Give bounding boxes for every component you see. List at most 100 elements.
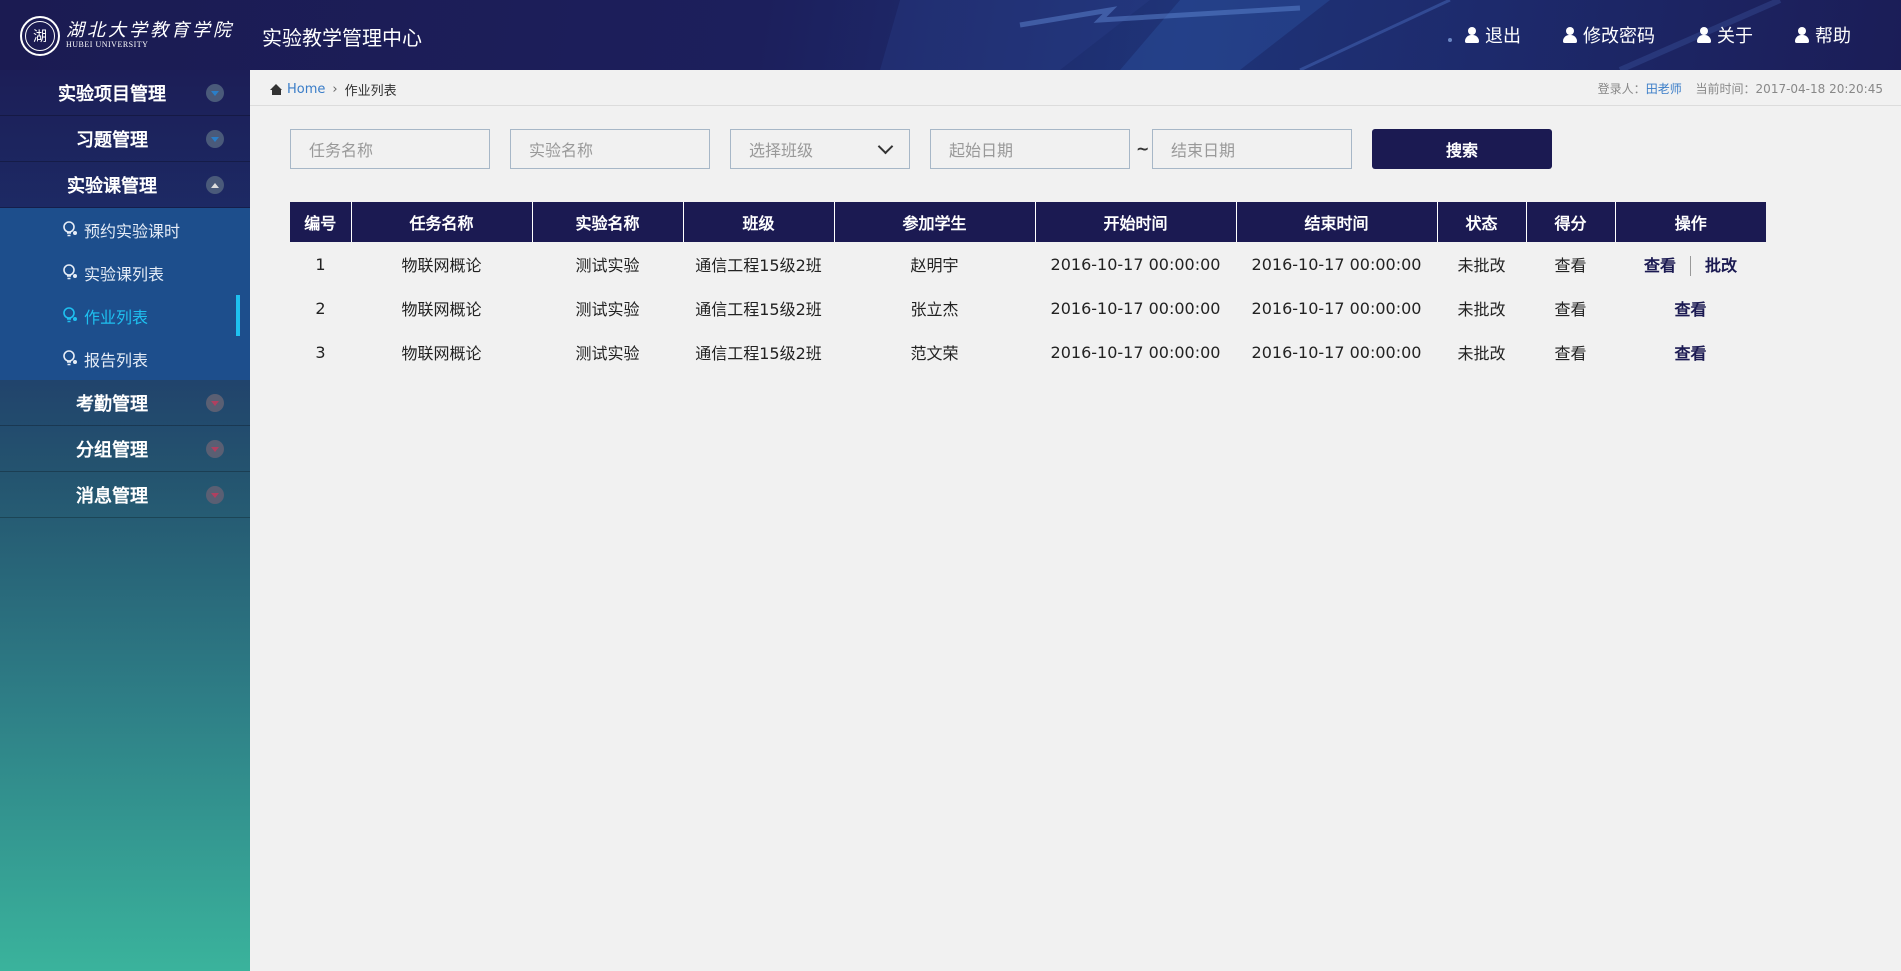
sidebar-item-lab-course-list[interactable]: 实验课列表 [0, 251, 250, 294]
current-time-value: 2017-04-18 20:20:45 [1755, 82, 1883, 96]
change-password-link[interactable]: 修改密码 [1563, 22, 1655, 48]
cell-start: 2016-10-17 00:00:00 [1050, 254, 1221, 274]
start-date-placeholder: 起始日期 [949, 141, 1014, 160]
university-logo: 湖 [20, 16, 60, 56]
cell-experiment: 测试实验 [575, 256, 640, 275]
experiment-name-input[interactable]: 实验名称 [510, 129, 710, 169]
logo-text-en: HUBEI UNIVERSITY [66, 40, 149, 49]
sidebar-item-book-lab-hours[interactable]: 预约实验课时 [0, 208, 250, 251]
bulb-icon [63, 307, 77, 323]
class-select[interactable]: 选择班级 [730, 129, 910, 169]
cell-task: 物联网概论 [401, 300, 482, 319]
cell-student: 赵明宇 [910, 256, 959, 275]
cell-start: 2016-10-17 00:00:00 [1050, 298, 1221, 318]
logout-label: 退出 [1485, 26, 1521, 47]
cell-experiment: 测试实验 [575, 300, 640, 319]
user-icon [1465, 27, 1479, 43]
chevron-right-icon: › [332, 82, 338, 97]
sidebar: 实验项目管理 习题管理 实验课管理 预约实验课时 实验课列表 作业列表 报告列表… [0, 70, 250, 971]
sidebar-item-label: 作业列表 [84, 307, 149, 327]
cell-end: 2016-10-17 00:00:00 [1251, 298, 1422, 318]
table-header-row: 编号 任务名称 实验名称 班级 参加学生 开始时间 结束时间 状态 得分 操作 [290, 202, 1766, 242]
user-icon [1697, 27, 1711, 43]
home-icon [270, 84, 283, 95]
login-user-name[interactable]: 田老师 [1646, 82, 1682, 96]
breadcrumb: Home › 作业列表 [270, 80, 397, 99]
column-header-class: 班级 [683, 202, 835, 242]
lab-courses-submenu: 预约实验课时 实验课列表 作业列表 报告列表 [0, 208, 250, 380]
column-header-student: 参加学生 [834, 202, 1036, 242]
search-button[interactable]: 搜索 [1372, 129, 1552, 169]
menu-lab-courses[interactable]: 实验课管理 [0, 162, 250, 208]
cell-status: 未批改 [1457, 300, 1506, 319]
score-view-link[interactable]: 查看 [1526, 242, 1615, 286]
breadcrumb-home-link[interactable]: Home [287, 82, 325, 97]
menu-label: 实验项目管理 [58, 83, 166, 105]
cell-status: 未批改 [1457, 344, 1506, 363]
user-icon [1563, 27, 1577, 43]
menu-exercises[interactable]: 习题管理 [0, 116, 250, 162]
view-link[interactable]: 查看 [1644, 256, 1676, 275]
column-header-end: 结束时间 [1236, 202, 1438, 242]
column-header-experiment: 实验名称 [532, 202, 684, 242]
login-user-label: 登录人： [1597, 82, 1646, 96]
bulb-icon [63, 264, 77, 280]
end-date-placeholder: 结束日期 [1171, 141, 1236, 160]
top-header: 湖 湖北大学教育学院 HUBEI UNIVERSITY 实验教学管理中心 退出 … [0, 0, 1901, 70]
current-time-label: 当前时间： [1695, 82, 1756, 96]
cell-actions: 查看 [1615, 286, 1766, 330]
chevron-down-icon [877, 138, 894, 155]
grade-link[interactable]: 批改 [1705, 256, 1737, 275]
cell-actions: 查看 [1615, 330, 1766, 374]
class-select-value: 选择班级 [749, 141, 814, 160]
menu-groups[interactable]: 分组管理 [0, 426, 250, 472]
cell-end: 2016-10-17 00:00:00 [1251, 254, 1422, 274]
action-divider [1690, 256, 1691, 277]
menu-messages[interactable]: 消息管理 [0, 472, 250, 518]
menu-label: 消息管理 [76, 485, 148, 507]
about-link[interactable]: 关于 [1697, 22, 1753, 48]
cell-actions: 查看 批改 [1615, 242, 1766, 286]
column-header-score: 得分 [1526, 202, 1616, 242]
cell-status: 未批改 [1457, 256, 1506, 275]
task-name-input[interactable]: 任务名称 [290, 129, 490, 169]
logo-emblem: 湖 [25, 21, 55, 51]
table-row: 2 物联网概论 测试实验 通信工程15级2班 张立杰 2016-10-17 00… [290, 286, 1766, 330]
bulb-icon [63, 350, 77, 366]
view-link[interactable]: 查看 [1674, 300, 1706, 319]
chevron-down-icon [206, 440, 224, 458]
sidebar-item-homework-list[interactable]: 作业列表 [0, 294, 250, 337]
cell-class: 通信工程15级2班 [695, 344, 822, 363]
chevron-up-icon [206, 176, 224, 194]
date-range-separator: ~ [1136, 139, 1150, 158]
score-view-link[interactable]: 查看 [1526, 286, 1615, 330]
start-date-input[interactable]: 起始日期 [930, 129, 1130, 169]
logout-link[interactable]: 退出 [1465, 22, 1521, 48]
menu-label: 习题管理 [76, 129, 148, 151]
end-date-input[interactable]: 结束日期 [1152, 129, 1352, 169]
task-name-placeholder: 任务名称 [309, 141, 374, 160]
login-info: 登录人：田老师 当前时间：2017-04-18 20:20:45 [1598, 80, 1883, 97]
score-view-link[interactable]: 查看 [1526, 330, 1615, 374]
experiment-name-placeholder: 实验名称 [529, 141, 594, 160]
sidebar-item-report-list[interactable]: 报告列表 [0, 337, 250, 380]
menu-label: 考勤管理 [76, 393, 148, 415]
view-link[interactable]: 查看 [1674, 344, 1706, 363]
cell-student: 张立杰 [910, 300, 959, 319]
cell-id: 3 [315, 342, 326, 362]
app-title: 实验教学管理中心 [262, 26, 422, 50]
breadcrumb-current: 作业列表 [344, 84, 397, 99]
column-header-actions: 操作 [1615, 202, 1766, 242]
menu-experiment-projects[interactable]: 实验项目管理 [0, 70, 250, 116]
chevron-down-icon [206, 486, 224, 504]
help-link[interactable]: 帮助 [1795, 22, 1851, 48]
column-header-task: 任务名称 [351, 202, 533, 242]
menu-label: 实验课管理 [67, 175, 157, 197]
sidebar-item-label: 报告列表 [84, 350, 149, 370]
sidebar-item-label: 预约实验课时 [84, 221, 181, 241]
bulb-icon [63, 221, 77, 237]
menu-attendance[interactable]: 考勤管理 [0, 380, 250, 426]
cell-task: 物联网概论 [401, 344, 482, 363]
breadcrumb-bar: Home › 作业列表 登录人：田老师 当前时间：2017-04-18 20:2… [250, 70, 1901, 106]
table-row: 3 物联网概论 测试实验 通信工程15级2班 范文荣 2016-10-17 00… [290, 330, 1766, 374]
